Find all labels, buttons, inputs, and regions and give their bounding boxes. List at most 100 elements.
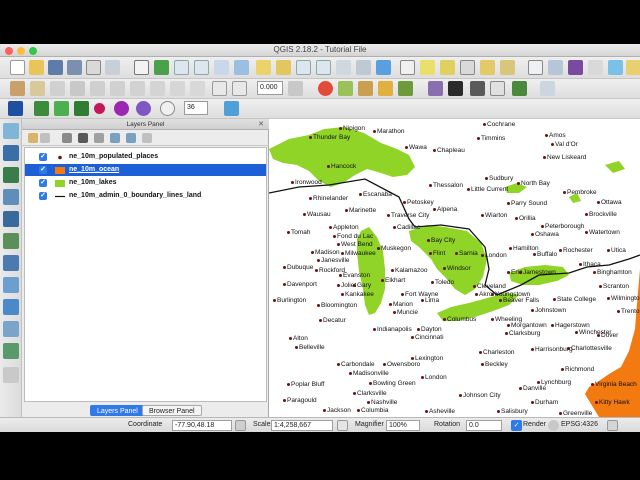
layer-row-boundary-lines[interactable]: ✓ ne_10m_admin_0_boundary_lines_land xyxy=(25,190,266,202)
new-map-view-icon[interactable] xyxy=(336,60,351,75)
save-project-icon[interactable] xyxy=(48,60,63,75)
python-console-icon[interactable] xyxy=(358,81,373,96)
scale-combobox[interactable]: 1:4,258,667 xyxy=(271,420,333,431)
plugin-purple-icon[interactable] xyxy=(428,81,443,96)
lock-scale-icon[interactable] xyxy=(337,420,348,431)
plugin-yellow-icon[interactable] xyxy=(378,81,393,96)
add-oracle-layer-icon[interactable] xyxy=(3,233,19,249)
add-wfs-layer-icon[interactable] xyxy=(3,299,19,315)
grass-icon[interactable] xyxy=(512,81,527,96)
tab-browser-panel[interactable]: Browser Panel xyxy=(142,405,202,416)
grid-tool-icon[interactable] xyxy=(224,101,239,116)
map-tips-icon[interactable] xyxy=(608,60,623,75)
zoom-to-layer-icon[interactable] xyxy=(276,60,291,75)
layer-style-icon[interactable] xyxy=(8,101,23,116)
label-highlight-icon[interactable] xyxy=(74,101,89,116)
field-calculator-icon[interactable] xyxy=(548,60,563,75)
collapse-all-icon[interactable] xyxy=(126,133,136,143)
node-tool-icon[interactable] xyxy=(110,81,125,96)
crs-status-button[interactable]: EPSG:4326 xyxy=(561,421,598,428)
symbol-size-input[interactable]: 36 xyxy=(184,101,208,115)
print-composer-icon[interactable] xyxy=(86,60,101,75)
zoom-last-icon[interactable] xyxy=(296,60,311,75)
render-checkbox[interactable]: ✓ xyxy=(511,420,522,431)
add-delimited-text-icon[interactable] xyxy=(3,321,19,337)
chrome-plugin-icon[interactable] xyxy=(318,81,333,96)
add-virtual-layer-icon[interactable] xyxy=(3,343,19,359)
label-rotate-icon[interactable] xyxy=(114,101,129,116)
layer-visibility-checkbox[interactable]: ✓ xyxy=(39,153,47,161)
extents-toggle-icon[interactable] xyxy=(235,420,246,431)
csv-import-icon[interactable] xyxy=(490,81,505,96)
bookmark-icon[interactable] xyxy=(356,60,371,75)
paste-features-icon[interactable] xyxy=(190,81,205,96)
add-vector-layer-icon[interactable] xyxy=(3,123,19,139)
add-mssql-layer-icon[interactable] xyxy=(3,211,19,227)
rotation-dial-icon[interactable] xyxy=(160,101,175,116)
copy-features-icon[interactable] xyxy=(170,81,185,96)
spin-value-input[interactable]: 0.000 xyxy=(257,81,283,95)
select-all-icon[interactable] xyxy=(480,60,495,75)
annotation-icon[interactable] xyxy=(626,60,640,75)
composer-manager-icon[interactable] xyxy=(105,60,120,75)
add-wms-layer-icon[interactable] xyxy=(3,255,19,271)
zoom-to-selection-icon[interactable] xyxy=(256,60,271,75)
add-group-icon[interactable] xyxy=(40,133,50,143)
move-feature-icon[interactable] xyxy=(90,81,105,96)
filter-expression-icon[interactable] xyxy=(94,133,104,143)
layer-visibility-checkbox[interactable]: ✓ xyxy=(39,192,47,200)
messages-icon[interactable] xyxy=(607,420,618,431)
plugin-olive-icon[interactable] xyxy=(398,81,413,96)
magnifier-input[interactable]: 100% xyxy=(386,420,420,431)
layer-visibility-checkbox[interactable]: ✓ xyxy=(39,179,47,187)
zoom-native-icon[interactable] xyxy=(214,60,229,75)
coordinate-input[interactable]: -77.90,48.18 xyxy=(172,420,232,431)
save-edits-icon[interactable] xyxy=(50,81,65,96)
pan-hand-icon[interactable] xyxy=(134,60,149,75)
identify-icon[interactable] xyxy=(400,60,415,75)
edit-pencil-icon[interactable] xyxy=(10,81,25,96)
crs-globe-icon[interactable] xyxy=(548,420,559,431)
zoom-full-icon[interactable] xyxy=(234,60,249,75)
layer-row-populated-places[interactable]: ✓ ne_10m_populated_places xyxy=(25,151,266,163)
add-feature-icon[interactable] xyxy=(70,81,85,96)
plugin-dark-icon[interactable] xyxy=(448,81,463,96)
add-spatialite-layer-icon[interactable] xyxy=(3,189,19,205)
redo-icon[interactable] xyxy=(232,81,247,96)
label-change-icon[interactable] xyxy=(136,101,151,116)
manage-visibility-icon[interactable] xyxy=(62,133,72,143)
rotation-input[interactable]: 0.0 xyxy=(466,420,502,431)
add-postgis-layer-icon[interactable] xyxy=(3,167,19,183)
attribute-table-icon[interactable] xyxy=(528,60,543,75)
remove-layer-icon[interactable] xyxy=(142,133,152,143)
add-raster-layer-icon[interactable] xyxy=(3,145,19,161)
plugin-green-icon[interactable] xyxy=(338,81,353,96)
zoom-next-icon[interactable] xyxy=(316,60,331,75)
zoom-out-icon[interactable] xyxy=(194,60,209,75)
measure-icon[interactable] xyxy=(588,60,603,75)
layer-row-ocean[interactable]: ✓ ne_10m_ocean xyxy=(25,164,266,176)
open-layer-styling-icon[interactable] xyxy=(28,133,38,143)
undo-icon[interactable] xyxy=(212,81,227,96)
deselect-icon[interactable] xyxy=(460,60,475,75)
label-tool-icon[interactable] xyxy=(288,81,303,96)
select-features-icon[interactable] xyxy=(420,60,435,75)
close-panel-icon[interactable]: ✕ xyxy=(258,119,264,130)
plugin-arrow-icon[interactable] xyxy=(470,81,485,96)
pan-to-selection-icon[interactable] xyxy=(154,60,169,75)
filter-legend-icon[interactable] xyxy=(78,133,88,143)
open-project-icon[interactable] xyxy=(29,60,44,75)
zoom-in-icon[interactable] xyxy=(174,60,189,75)
add-wcs-layer-icon[interactable] xyxy=(3,277,19,293)
select-by-expression-icon[interactable] xyxy=(440,60,455,75)
layer-visibility-checkbox[interactable]: ✓ xyxy=(39,166,47,174)
new-project-icon[interactable] xyxy=(10,60,25,75)
delete-selected-icon[interactable] xyxy=(130,81,145,96)
new-shapefile-icon[interactable] xyxy=(3,367,19,383)
save-as-icon[interactable] xyxy=(67,60,82,75)
cut-features-icon[interactable] xyxy=(150,81,165,96)
label-green-icon[interactable] xyxy=(34,101,49,116)
layer-row-lakes[interactable]: ✓ ne_10m_lakes xyxy=(25,177,266,189)
map-canvas[interactable]: Nipigon Marathon Thunder Bay Wawa Timmins Coc… xyxy=(269,119,640,417)
tab-layers-panel[interactable]: Layers Panel xyxy=(90,405,145,416)
